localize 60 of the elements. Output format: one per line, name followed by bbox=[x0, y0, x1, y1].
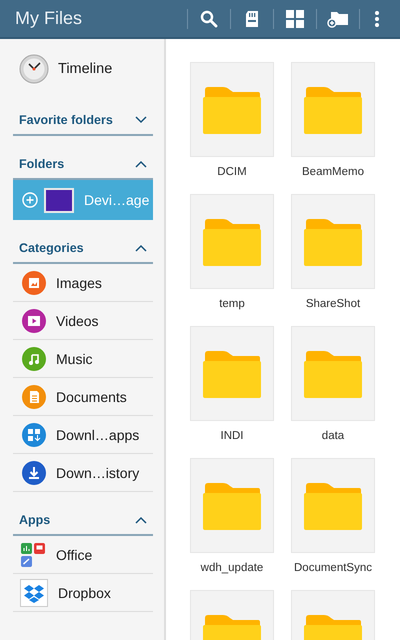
folder-tile[interactable] bbox=[190, 194, 274, 289]
folder-icon bbox=[203, 482, 261, 530]
sd-card-icon bbox=[244, 10, 260, 28]
app-title: My Files bbox=[15, 8, 82, 29]
folder-tile[interactable] bbox=[291, 458, 375, 553]
sidebar-item[interactable]: Dropbox bbox=[13, 574, 153, 612]
sidebar-item[interactable]: Music bbox=[13, 340, 153, 378]
folder-tile[interactable] bbox=[291, 194, 375, 289]
office-apps-icon bbox=[20, 542, 46, 568]
folder-name: BeamMemo bbox=[302, 166, 364, 178]
folder-icon bbox=[304, 482, 362, 530]
folder-icon bbox=[304, 86, 362, 134]
item-label: Office bbox=[56, 546, 92, 562]
folder-name: DocumentSync bbox=[294, 562, 372, 574]
new-folder-icon bbox=[327, 10, 349, 28]
more-icon bbox=[374, 10, 380, 28]
folder-tile[interactable] bbox=[291, 62, 375, 157]
folder-icon bbox=[203, 86, 261, 134]
sidebar-item[interactable]: Images bbox=[13, 264, 153, 302]
section-title: Folders bbox=[19, 157, 64, 171]
grid-icon bbox=[286, 10, 304, 28]
folder-icon bbox=[304, 350, 362, 398]
item-label: Documents bbox=[56, 388, 127, 404]
folder-name: temp bbox=[219, 298, 245, 310]
item-label: Downl…apps bbox=[56, 426, 140, 442]
folder-tile[interactable] bbox=[190, 62, 274, 157]
folder-icon bbox=[304, 218, 362, 266]
section-title: Favorite folders bbox=[19, 113, 113, 127]
sidebar-item[interactable]: Documents bbox=[13, 378, 153, 416]
folder-name: wdh_update bbox=[200, 562, 264, 574]
add-circle-icon bbox=[22, 192, 38, 208]
folder-icon bbox=[203, 350, 261, 398]
section-header[interactable]: Categories bbox=[13, 234, 153, 264]
timeline-link[interactable]: Timeline bbox=[58, 61, 112, 77]
folder-name: data bbox=[322, 430, 344, 442]
folder-icon bbox=[203, 218, 261, 266]
item-label: Music bbox=[56, 350, 93, 366]
item-label: Down…istory bbox=[56, 464, 140, 480]
device-thumbnail bbox=[44, 188, 74, 212]
dropbox-icon bbox=[20, 578, 48, 606]
folder-name: ShareShot bbox=[306, 298, 360, 310]
section-title: Categories bbox=[19, 241, 84, 255]
item-label: Images bbox=[56, 274, 102, 290]
item-label: Devi…age bbox=[84, 192, 150, 208]
sidebar-item[interactable]: Videos bbox=[13, 302, 153, 340]
sidebar-item[interactable]: Downl…apps bbox=[13, 416, 153, 454]
folder-name: DCIM bbox=[217, 166, 247, 178]
folder-tile[interactable] bbox=[190, 458, 274, 553]
item-label: Dropbox bbox=[58, 584, 111, 600]
folder-tile[interactable] bbox=[190, 326, 274, 421]
sidebar-item[interactable]: Office bbox=[13, 536, 153, 574]
clock-icon bbox=[19, 54, 49, 84]
sidebar-item[interactable]: Down…istory bbox=[13, 454, 153, 492]
folder-tile[interactable] bbox=[291, 326, 375, 421]
section-header[interactable]: Apps bbox=[13, 506, 153, 536]
item-label: Videos bbox=[56, 312, 99, 328]
folder-name: INDI bbox=[220, 430, 244, 442]
section-header[interactable]: Favorite folders bbox=[13, 106, 153, 136]
section-title: Apps bbox=[19, 513, 50, 527]
search-icon bbox=[200, 10, 218, 28]
